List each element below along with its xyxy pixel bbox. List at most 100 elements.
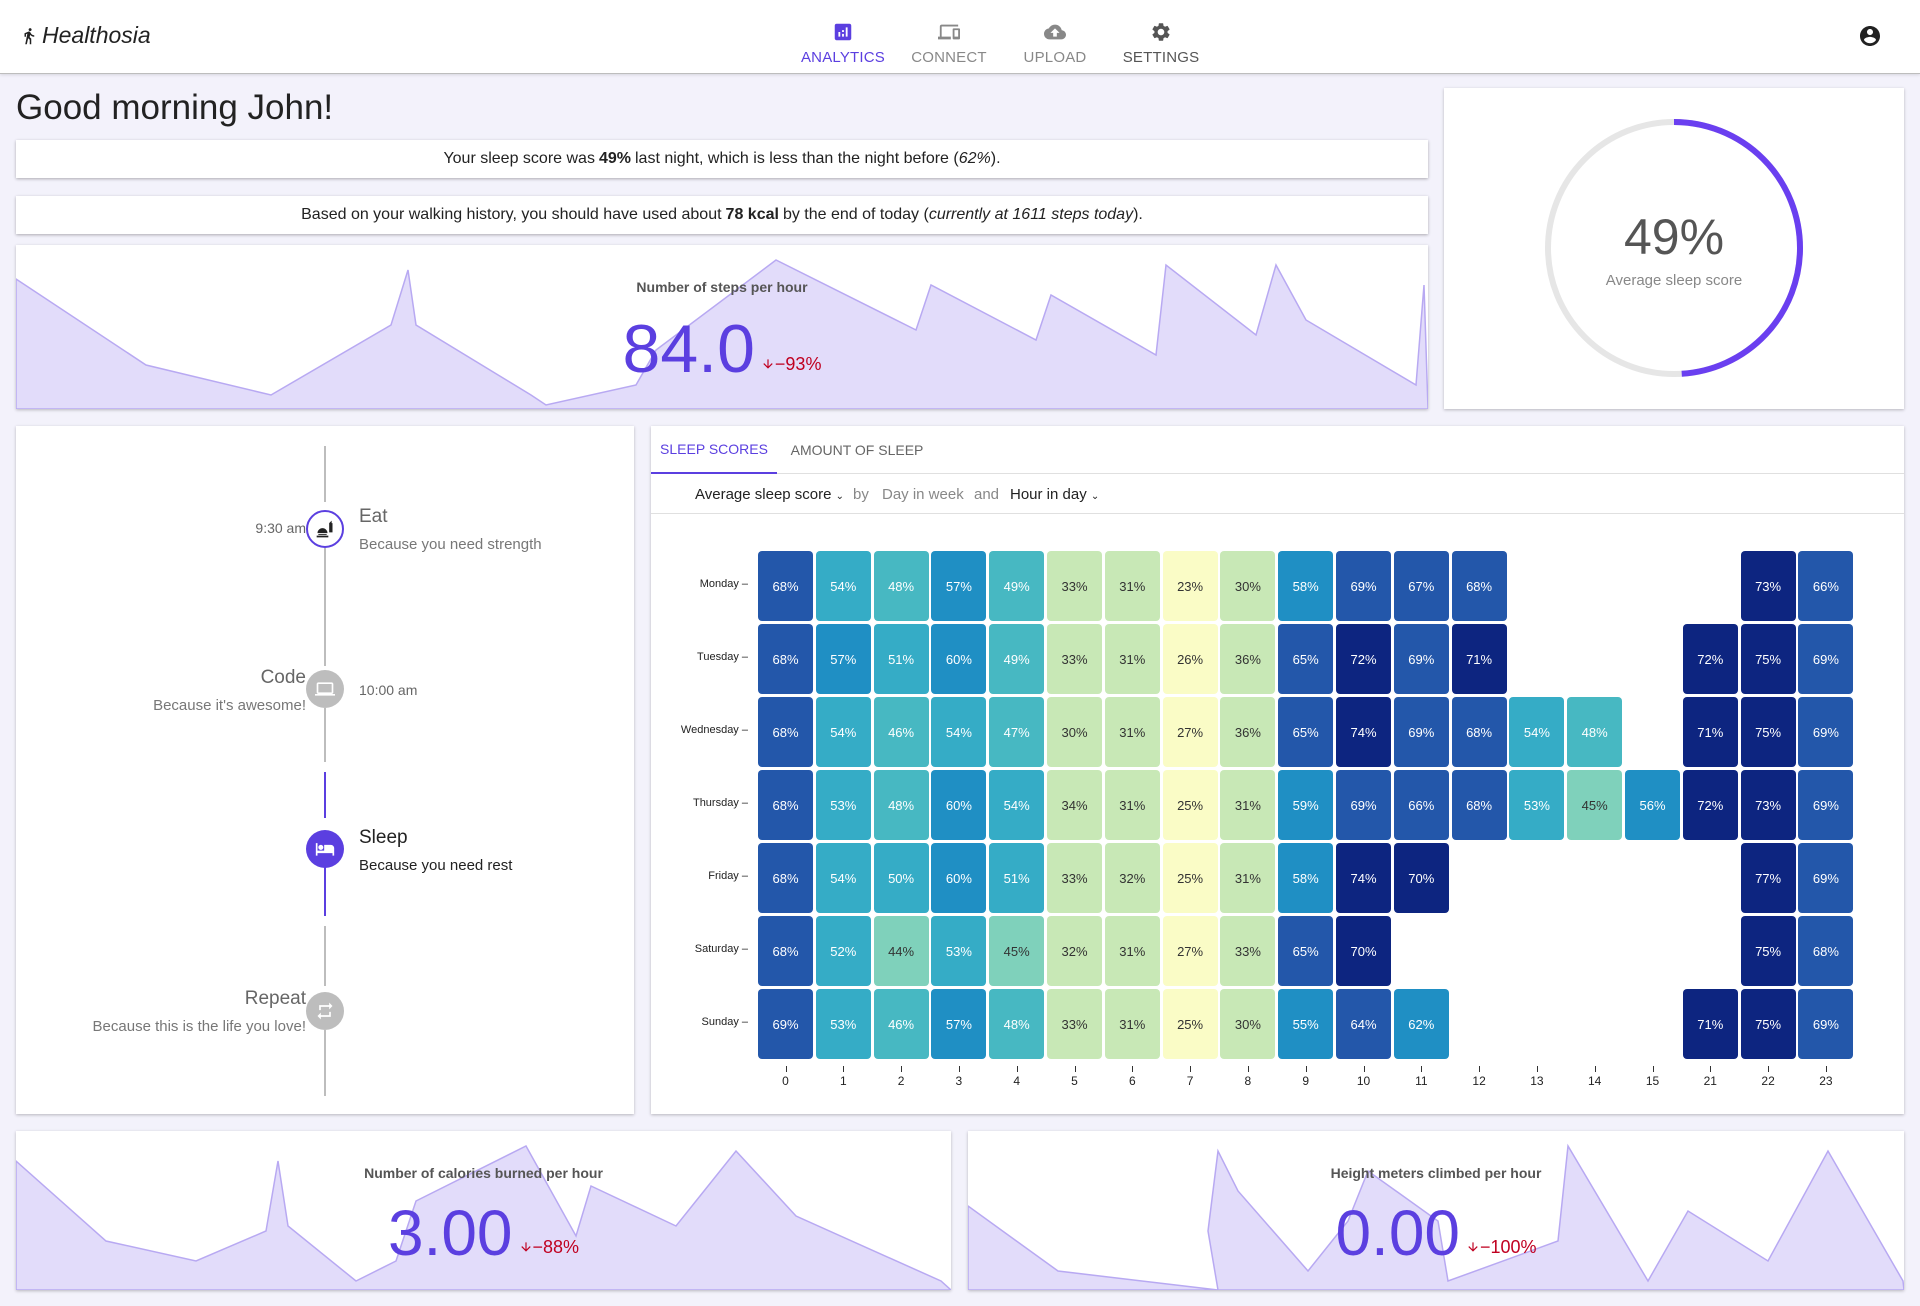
- heatmap-cell[interactable]: 68%: [1798, 916, 1854, 986]
- heatmap-cell[interactable]: 60%: [931, 770, 987, 840]
- heatmap-cell[interactable]: 59%: [1278, 770, 1334, 840]
- heatmap-cell[interactable]: 26%: [1162, 624, 1218, 694]
- heatmap-cell[interactable]: 65%: [1278, 697, 1334, 767]
- heatmap-cell[interactable]: 68%: [1451, 770, 1507, 840]
- account-button[interactable]: [1858, 24, 1882, 53]
- heatmap-cell[interactable]: 60%: [931, 843, 987, 913]
- heatmap-cell[interactable]: 69%: [1336, 551, 1391, 621]
- heatmap-cell[interactable]: 25%: [1162, 843, 1218, 913]
- heatmap-cell[interactable]: 69%: [758, 989, 813, 1059]
- heatmap-cell[interactable]: 56%: [1625, 770, 1680, 840]
- heatmap-cell[interactable]: 30%: [1220, 551, 1276, 621]
- heatmap-cell[interactable]: 73%: [1740, 770, 1796, 840]
- heatmap-cell[interactable]: 51%: [989, 843, 1045, 913]
- heatmap-cell[interactable]: 48%: [873, 770, 929, 840]
- heatmap-cell[interactable]: 49%: [989, 551, 1045, 621]
- heatmap-cell[interactable]: 46%: [873, 989, 929, 1059]
- heatmap-cell[interactable]: 74%: [1336, 697, 1391, 767]
- heatmap-cell[interactable]: 66%: [1393, 770, 1449, 840]
- heatmap-cell[interactable]: 68%: [758, 916, 813, 986]
- heatmap-cell[interactable]: 66%: [1798, 551, 1854, 621]
- brand[interactable]: Healthosia: [20, 22, 151, 49]
- heatmap-cell[interactable]: 32%: [1047, 916, 1102, 986]
- heatmap-cell[interactable]: 69%: [1798, 624, 1854, 694]
- heatmap-cell[interactable]: 48%: [989, 989, 1045, 1059]
- heatmap-cell[interactable]: 65%: [1278, 624, 1334, 694]
- heatmap-cell[interactable]: 31%: [1104, 697, 1160, 767]
- heatmap-cell[interactable]: 62%: [1393, 989, 1449, 1059]
- heatmap-cell[interactable]: 53%: [931, 916, 987, 986]
- heatmap-cell[interactable]: 53%: [815, 770, 871, 840]
- heatmap-cell[interactable]: 69%: [1798, 989, 1854, 1059]
- heatmap-cell[interactable]: 23%: [1162, 551, 1218, 621]
- heatmap-cell[interactable]: 47%: [989, 697, 1045, 767]
- heatmap-cell[interactable]: 69%: [1393, 697, 1449, 767]
- heatmap-cell[interactable]: 75%: [1740, 916, 1796, 986]
- heatmap-cell[interactable]: 58%: [1278, 551, 1334, 621]
- heatmap-cell[interactable]: 44%: [873, 916, 929, 986]
- heatmap-cell[interactable]: 75%: [1740, 697, 1796, 767]
- heatmap-cell[interactable]: 54%: [815, 843, 871, 913]
- heatmap-cell[interactable]: 72%: [1682, 624, 1738, 694]
- heatmap-cell[interactable]: 33%: [1047, 843, 1102, 913]
- heatmap-cell[interactable]: 72%: [1336, 624, 1391, 694]
- heatmap-cell[interactable]: 68%: [1451, 697, 1507, 767]
- heatmap-cell[interactable]: 53%: [1509, 770, 1565, 840]
- heatmap-cell[interactable]: 69%: [1393, 624, 1449, 694]
- heatmap-cell[interactable]: 70%: [1393, 843, 1449, 913]
- heatmap-cell[interactable]: 31%: [1104, 624, 1160, 694]
- heatmap-cell[interactable]: 54%: [815, 697, 871, 767]
- heatmap-cell[interactable]: 33%: [1047, 624, 1102, 694]
- nav-upload[interactable]: UPLOAD: [1002, 8, 1108, 70]
- heatmap-cell[interactable]: 57%: [931, 989, 987, 1059]
- heatmap-cell[interactable]: 70%: [1336, 916, 1391, 986]
- heatmap-cell[interactable]: 69%: [1798, 843, 1854, 913]
- heatmap-cell[interactable]: 71%: [1451, 624, 1507, 694]
- heatmap-cell[interactable]: 68%: [758, 624, 813, 694]
- heatmap-cell[interactable]: 68%: [758, 770, 813, 840]
- heatmap-cell[interactable]: 54%: [989, 770, 1045, 840]
- heatmap-cell[interactable]: 57%: [815, 624, 871, 694]
- heatmap-cell[interactable]: 74%: [1336, 843, 1391, 913]
- heatmap-cell[interactable]: 46%: [873, 697, 929, 767]
- heatmap-cell[interactable]: 48%: [873, 551, 929, 621]
- heatmap-cell[interactable]: 53%: [815, 989, 871, 1059]
- heatmap-cell[interactable]: 30%: [1220, 989, 1276, 1059]
- heatmap-cell[interactable]: 60%: [931, 624, 987, 694]
- heatmap-cell[interactable]: 31%: [1220, 843, 1276, 913]
- heatmap-cell[interactable]: 55%: [1278, 989, 1334, 1059]
- heatmap-cell[interactable]: 75%: [1740, 624, 1796, 694]
- heatmap-cell[interactable]: 71%: [1682, 697, 1738, 767]
- heatmap-cell[interactable]: 45%: [989, 916, 1045, 986]
- heatmap-cell[interactable]: 72%: [1682, 770, 1738, 840]
- nav-connect[interactable]: CONNECT: [896, 8, 1002, 70]
- nav-analytics[interactable]: ANALYTICS: [790, 8, 896, 70]
- heatmap-cell[interactable]: 52%: [815, 916, 871, 986]
- heatmap-cell[interactable]: 48%: [1567, 697, 1623, 767]
- heatmap-cell[interactable]: 27%: [1162, 697, 1218, 767]
- heatmap-cell[interactable]: 33%: [1220, 916, 1276, 986]
- heatmap-cell[interactable]: 75%: [1740, 989, 1796, 1059]
- heatmap-cell[interactable]: 65%: [1278, 916, 1334, 986]
- heatmap-cell[interactable]: 51%: [873, 624, 929, 694]
- heatmap-cell[interactable]: 25%: [1162, 989, 1218, 1059]
- heatmap-cell[interactable]: 58%: [1278, 843, 1334, 913]
- heatmap-cell[interactable]: 54%: [1509, 697, 1565, 767]
- heatmap-cell[interactable]: 68%: [758, 843, 813, 913]
- heatmap-cell[interactable]: 69%: [1336, 770, 1391, 840]
- heatmap-cell[interactable]: 31%: [1104, 770, 1160, 840]
- heatmap-cell[interactable]: 69%: [1798, 770, 1854, 840]
- heatmap-cell[interactable]: 30%: [1047, 697, 1102, 767]
- heatmap-cell[interactable]: 31%: [1104, 551, 1160, 621]
- heatmap-cell[interactable]: 33%: [1047, 551, 1102, 621]
- heatmap-cell[interactable]: 54%: [815, 551, 871, 621]
- heatmap-cell[interactable]: 34%: [1047, 770, 1102, 840]
- heatmap-cell[interactable]: 31%: [1104, 989, 1160, 1059]
- heatmap-cell[interactable]: 77%: [1740, 843, 1796, 913]
- heatmap-cell[interactable]: 54%: [931, 697, 987, 767]
- heatmap-cell[interactable]: 73%: [1740, 551, 1796, 621]
- heatmap-cell[interactable]: 45%: [1567, 770, 1623, 840]
- heatmap-cell[interactable]: 50%: [873, 843, 929, 913]
- heatmap-cell[interactable]: 57%: [931, 551, 987, 621]
- heatmap-cell[interactable]: 25%: [1162, 770, 1218, 840]
